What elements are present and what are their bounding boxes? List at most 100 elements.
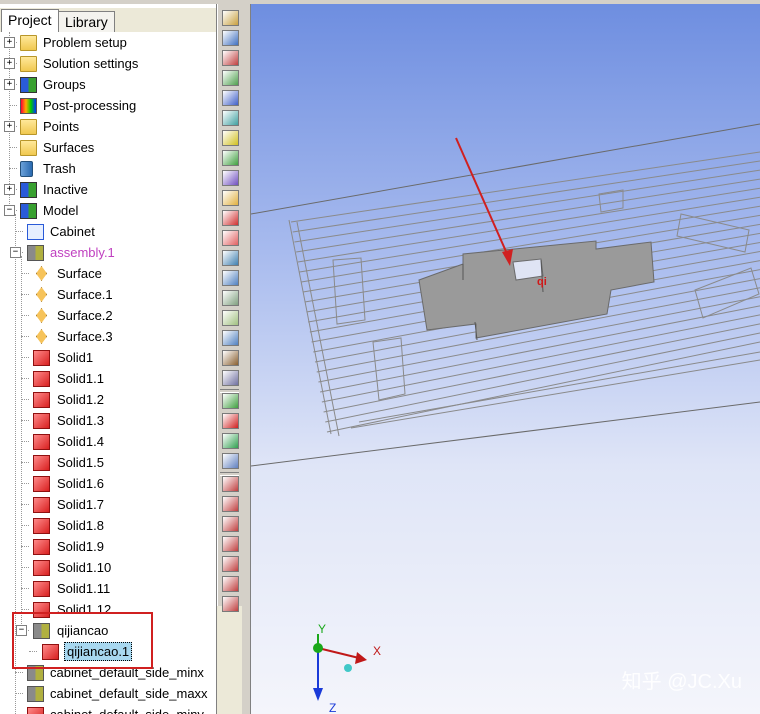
solid-block-icon xyxy=(33,371,50,387)
fan-tool-icon[interactable] xyxy=(222,70,239,86)
project-tree-panel: Project Library + Problem setup + Solution … xyxy=(0,4,217,714)
tab-project[interactable]: Project xyxy=(1,9,59,32)
tree-item[interactable]: Solid1.1 xyxy=(0,368,216,389)
tree-item-label: Inactive xyxy=(43,182,88,197)
object-toolbar xyxy=(217,4,243,612)
heat-sink-icon[interactable] xyxy=(222,270,239,286)
tree-item[interactable]: Solid1.2 xyxy=(0,389,216,410)
3d-viewport[interactable]: qi Y X Z 知乎 @JC.Xu xyxy=(251,4,760,714)
tree-item[interactable]: cabinet_default_side_miny xyxy=(0,704,216,714)
tree-item[interactable]: Surfaces xyxy=(0,137,216,158)
source-icon[interactable] xyxy=(222,130,239,146)
tree-item[interactable]: Solid1.4 xyxy=(0,431,216,452)
tree-expander[interactable]: + xyxy=(4,121,15,132)
align-left-icon[interactable] xyxy=(222,476,239,492)
tree-item-label: Solid1.8 xyxy=(57,518,104,533)
material-icon[interactable] xyxy=(222,370,239,386)
prism-icon[interactable] xyxy=(222,350,239,366)
tree-item-label: Solid1.6 xyxy=(57,476,104,491)
pointer-arrow xyxy=(455,137,513,266)
tree-item[interactable]: + Groups xyxy=(0,74,216,95)
tree-item-label: Solid1.5 xyxy=(57,455,104,470)
tree-item[interactable]: + Solution settings xyxy=(0,53,216,74)
tree-item[interactable]: Post-processing xyxy=(0,95,216,116)
tree-item[interactable]: Cabinet xyxy=(0,221,216,242)
folder-icon xyxy=(20,119,37,135)
tree-item[interactable]: Surface.3 xyxy=(0,326,216,347)
solid-block-icon xyxy=(33,560,50,576)
folder-icon xyxy=(20,140,37,156)
tree-item[interactable]: Solid1.11 xyxy=(0,578,216,599)
tree-item[interactable]: Solid1.6 xyxy=(0,473,216,494)
solid-block-icon xyxy=(33,518,50,534)
align-right-icon[interactable] xyxy=(222,516,239,532)
align-center-icon[interactable] xyxy=(222,496,239,512)
tree-item[interactable]: + Points xyxy=(0,116,216,137)
tree-item[interactable]: Trash xyxy=(0,158,216,179)
paste-object-icon[interactable] xyxy=(222,453,239,469)
tree-item[interactable]: Solid1 xyxy=(0,347,216,368)
tree-item[interactable]: + Inactive xyxy=(0,179,216,200)
post-processing-icon xyxy=(20,98,37,114)
tree-item[interactable]: Solid1.7 xyxy=(0,494,216,515)
delete-object-icon[interactable] xyxy=(222,413,239,429)
heat-exchanger-icon[interactable] xyxy=(222,50,239,66)
annotation-highlight-box xyxy=(12,612,153,669)
tree-expander[interactable]: − xyxy=(10,247,21,258)
copy-object-icon[interactable] xyxy=(222,433,239,449)
create-object-icon[interactable] xyxy=(222,393,239,409)
tree-item-label: Surfaces xyxy=(43,140,95,155)
assembly-tool-icon[interactable] xyxy=(222,10,239,26)
tree-item[interactable]: Surface xyxy=(0,263,216,284)
enclosure-icon[interactable] xyxy=(222,170,239,186)
tab-library[interactable]: Library xyxy=(58,11,115,32)
tree-item-label: Solid1.1 xyxy=(57,371,104,386)
network-tool-icon[interactable] xyxy=(222,30,239,46)
folder-icon xyxy=(20,35,37,51)
tree-expander[interactable]: + xyxy=(4,37,15,48)
plate-icon[interactable] xyxy=(222,190,239,206)
tree-item[interactable]: Solid1.8 xyxy=(0,515,216,536)
tree-item[interactable]: Solid1.10 xyxy=(0,557,216,578)
tree-item-label: Problem setup xyxy=(43,35,127,50)
selected-block[interactable] xyxy=(418,240,655,341)
surface-icon[interactable] xyxy=(222,310,239,326)
solid-block-icon xyxy=(33,392,50,408)
opening-icon[interactable] xyxy=(222,90,239,106)
tree-item-label: Groups xyxy=(43,77,86,92)
align-top-icon[interactable] xyxy=(222,536,239,552)
tree-item-label: Solid1.10 xyxy=(57,560,112,575)
resistance-icon[interactable] xyxy=(222,250,239,266)
tree-splitter[interactable] xyxy=(242,4,251,714)
tree-item[interactable]: Solid1.9 xyxy=(0,536,216,557)
tree-expander[interactable]: + xyxy=(4,58,15,69)
tree-item-label: Surface.2 xyxy=(57,308,113,323)
tree-item[interactable]: Solid1.3 xyxy=(0,410,216,431)
align-bottom-icon[interactable] xyxy=(222,556,239,572)
tree-item-label: Surface xyxy=(57,266,102,281)
package-icon[interactable] xyxy=(222,290,239,306)
object-label: qi xyxy=(537,276,547,288)
tree-expander[interactable]: + xyxy=(4,184,15,195)
cylinder-icon[interactable] xyxy=(222,330,239,346)
tree-item[interactable]: Surface.2 xyxy=(0,305,216,326)
tree-expander[interactable]: − xyxy=(4,205,15,216)
solid-block-icon xyxy=(33,476,50,492)
tree-item-label: Cabinet xyxy=(50,224,95,239)
tree-item-label: Surface.3 xyxy=(57,329,113,344)
tree-item[interactable]: − Model xyxy=(0,200,216,221)
grille-icon[interactable] xyxy=(222,110,239,126)
tree-item[interactable]: + Problem setup xyxy=(0,32,216,53)
tree-item[interactable]: cabinet_default_side_maxx xyxy=(0,683,216,704)
wall-icon[interactable] xyxy=(222,210,239,226)
tree-expander[interactable]: + xyxy=(4,79,15,90)
tree-item-label: Points xyxy=(43,119,80,134)
printed-circuit-icon[interactable] xyxy=(222,150,239,166)
align-middle-icon[interactable] xyxy=(222,576,239,592)
block-icon[interactable] xyxy=(222,230,239,246)
tree-item[interactable]: − assembly.1 xyxy=(0,242,216,263)
tree-item[interactable]: Surface.1 xyxy=(0,284,216,305)
tree-item[interactable]: Solid1.5 xyxy=(0,452,216,473)
solid-block-icon xyxy=(27,707,44,714)
match-size-icon[interactable] xyxy=(222,596,239,612)
